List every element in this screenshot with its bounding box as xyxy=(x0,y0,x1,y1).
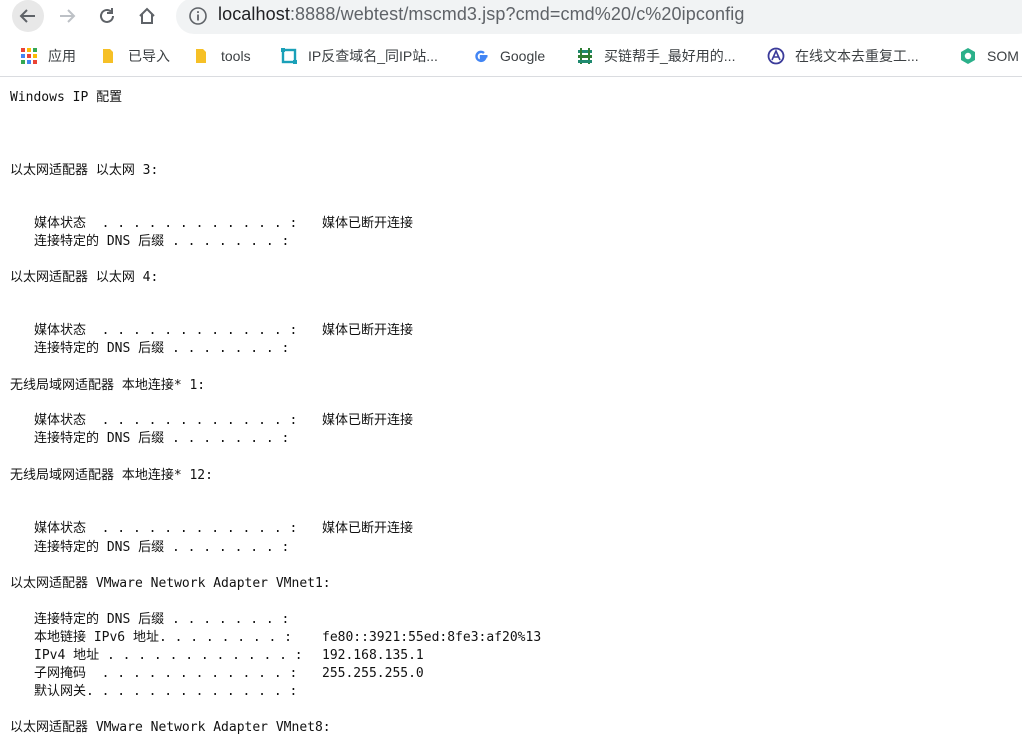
bookmark-google[interactable]: Google xyxy=(472,45,545,67)
home-button[interactable] xyxy=(131,0,163,32)
ipv6-row: 本地链接 IPv6 地址. . . . . . . . : fe80::3921:… xyxy=(34,630,541,646)
bookmark-apps[interactable]: 应用 xyxy=(20,45,76,67)
ipv6-label: 本地链接 IPv6 地址. . . . . . . . : xyxy=(34,630,293,645)
ipv4-row: IPv4 地址 . . . . . . . . . . . . : 192.168… xyxy=(34,648,424,664)
bookmark-label: tools xyxy=(221,48,251,64)
media-state-label: 媒体状态 . . . . . . . . . . . . : xyxy=(34,413,298,428)
ipv6-value: fe80::3921:55ed:8fe3:af20%13 xyxy=(322,630,542,645)
url-text[interactable]: localhost:8888/webtest/mscmd3.jsp?cmd=cm… xyxy=(218,4,744,25)
link-helper-icon xyxy=(578,48,592,64)
adapter-heading: 以太网适配器 VMware Network Adapter VMnet1: xyxy=(10,576,331,591)
bookmark-label: SOM xyxy=(987,48,1019,64)
media-state-value: 媒体已断开连接 xyxy=(322,521,414,536)
bookmark-label: Google xyxy=(500,48,546,64)
url-path: :8888/webtest/mscmd3.jsp?cmd=cmd%20/c%20… xyxy=(289,4,745,24)
ipv4-label: IPv4 地址 . . . . . . . . . . . . : xyxy=(34,648,303,663)
subnet-mask-value: 255.255.255.0 xyxy=(322,666,424,681)
adapter-heading: 无线局域网适配器 本地连接* 1: xyxy=(10,378,206,393)
subnet-mask-row: 子网掩码 . . . . . . . . . . . . : 255.255.25… xyxy=(34,666,424,682)
media-state-label: 媒体状态 . . . . . . . . . . . . : xyxy=(34,216,298,231)
bookmark-label: 应用 xyxy=(48,48,76,64)
dedupe-tool-icon xyxy=(767,47,785,65)
adapter-heading: 以太网适配器 以太网 3: xyxy=(10,163,159,178)
ipv4-value: 192.168.135.1 xyxy=(322,648,424,663)
bookmark-imported[interactable]: 已导入 xyxy=(100,45,170,67)
bookmark-label: 在线文本去重复工... xyxy=(795,48,919,64)
dns-suffix-label: 连接特定的 DNS 后缀 . . . . . . . : xyxy=(34,341,290,356)
output-title: Windows IP 配置 xyxy=(10,90,123,105)
media-state-row: 媒体状态 . . . . . . . . . . . . : 媒体已断开连接 xyxy=(34,323,413,339)
bookmark-label: IP反查域名_同IP站... xyxy=(308,48,438,64)
forward-button[interactable] xyxy=(51,0,83,32)
media-state-label: 媒体状态 . . . . . . . . . . . . : xyxy=(34,521,298,536)
dns-suffix-label: 连接特定的 DNS 后缀 . . . . . . . : xyxy=(34,540,290,555)
bookmark-label: 买链帮手_最好用的... xyxy=(604,48,736,64)
dns-suffix-label: 连接特定的 DNS 后缀 . . . . . . . : xyxy=(34,431,290,446)
arrow-left-icon xyxy=(19,9,35,23)
reload-icon xyxy=(100,8,114,23)
dns-suffix-label: 连接特定的 DNS 后缀 . . . . . . . : xyxy=(34,612,290,627)
home-icon xyxy=(139,7,155,24)
media-state-value: 媒体已断开连接 xyxy=(322,323,414,338)
browser-toolbar: localhost:8888/webtest/mscmd3.jsp?cmd=cm… xyxy=(0,0,1022,35)
subnet-mask-label: 子网掩码 . . . . . . . . . . . . : xyxy=(34,666,298,681)
default-gateway-label: 默认网关. . . . . . . . . . . . . : xyxy=(34,684,298,699)
media-state-value: 媒体已断开连接 xyxy=(322,216,414,231)
media-state-label: 媒体状态 . . . . . . . . . . . . : xyxy=(34,323,298,338)
adapter-heading: 无线局域网适配器 本地连接* 12: xyxy=(10,468,213,483)
adapter-heading: 以太网适配器 以太网 4: xyxy=(10,270,159,285)
info-icon[interactable] xyxy=(188,6,208,26)
back-button[interactable] xyxy=(12,0,44,32)
address-bar[interactable]: localhost:8888/webtest/mscmd3.jsp?cmd=cm… xyxy=(176,0,1022,34)
page-content: Windows IP 配置 以太网适配器 以太网 3: 媒体状态 . . . .… xyxy=(0,77,1022,756)
reload-button[interactable] xyxy=(91,0,123,32)
ip-site-icon xyxy=(281,48,297,64)
bookmark-som[interactable]: SOM xyxy=(959,45,1019,67)
adapter-heading: 以太网适配器 VMware Network Adapter VMnet8: xyxy=(10,720,331,735)
bookmark-ip-lookup[interactable]: IP反查域名_同IP站... xyxy=(280,45,438,67)
media-state-row: 媒体状态 . . . . . . . . . . . . : 媒体已断开连接 xyxy=(34,216,413,232)
media-state-row: 媒体状态 . . . . . . . . . . . . : 媒体已断开连接 xyxy=(34,521,413,537)
google-icon xyxy=(475,50,488,63)
folder-icon xyxy=(103,49,113,63)
folder-icon xyxy=(196,49,206,63)
bookmark-label: 已导入 xyxy=(128,48,170,64)
media-state-value: 媒体已断开连接 xyxy=(322,413,414,428)
bookmark-tools[interactable]: tools xyxy=(193,45,251,67)
bookmarks-bar: 应用 已导入 tools IP反查域名_同IP站... Google 买链帮手_… xyxy=(0,36,1022,77)
bookmark-link-helper[interactable]: 买链帮手_最好用的... xyxy=(576,45,735,67)
apps-grid-icon xyxy=(21,48,37,64)
media-state-row: 媒体状态 . . . . . . . . . . . . : 媒体已断开连接 xyxy=(34,413,413,429)
som-icon xyxy=(961,48,975,64)
url-host: localhost xyxy=(218,4,290,24)
dns-suffix-label: 连接特定的 DNS 后缀 . . . . . . . : xyxy=(34,234,290,249)
bookmark-dedupe[interactable]: 在线文本去重复工... xyxy=(767,45,919,67)
arrow-right-icon xyxy=(60,9,76,23)
